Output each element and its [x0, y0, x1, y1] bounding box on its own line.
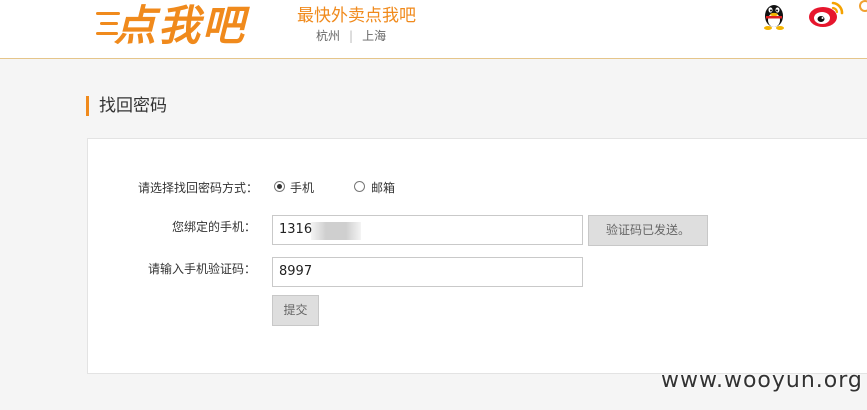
- recover-password-form: 请选择找回密码方式： 手机 邮箱 您绑定的手机： 1316 验证码已发送。 请输…: [87, 138, 867, 374]
- watermark: www.wooyun.org: [661, 368, 863, 393]
- phone-value: 1316: [279, 222, 313, 237]
- method-phone-label[interactable]: 手机: [290, 179, 314, 196]
- method-label: 请选择找回密码方式：: [138, 181, 259, 195]
- phone-label: 您绑定的手机：: [171, 220, 256, 234]
- site-slogan: 最快外卖点我吧: [297, 6, 416, 26]
- code-label: 请输入手机验证码：: [147, 262, 256, 276]
- redacted-blur: [311, 222, 361, 240]
- city-hangzhou-link[interactable]: 杭州: [316, 29, 340, 43]
- method-phone-radio[interactable]: [274, 181, 285, 192]
- site-logo[interactable]: 点我吧: [96, 0, 278, 50]
- send-code-button[interactable]: 验证码已发送。: [588, 215, 708, 246]
- phone-input[interactable]: 1316: [272, 215, 583, 245]
- code-input[interactable]: 8997: [272, 257, 583, 287]
- method-email-label[interactable]: 邮箱: [371, 179, 395, 196]
- page-title: 找回密码: [86, 96, 167, 116]
- weibo-icon[interactable]: [806, 0, 846, 30]
- site-header: 点我吧 最快外卖点我吧 杭州 | 上海: [0, 0, 867, 59]
- logo-text: 点我吧: [114, 1, 247, 50]
- submit-button[interactable]: 提交: [272, 295, 319, 326]
- method-email-radio[interactable]: [354, 181, 365, 192]
- city-divider: |: [349, 29, 354, 43]
- city-switcher: 杭州 | 上海: [316, 27, 386, 44]
- corner-icon: [859, 0, 867, 12]
- code-value: 8997: [279, 264, 313, 279]
- qq-icon[interactable]: [760, 0, 788, 30]
- city-shanghai-link[interactable]: 上海: [362, 29, 386, 43]
